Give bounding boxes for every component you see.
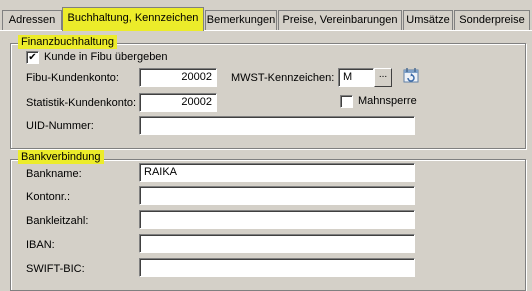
- tab-preise-vereinbarungen[interactable]: Preise, Vereinbarungen: [278, 10, 402, 30]
- tab-adressen[interactable]: Adressen: [2, 10, 62, 30]
- tab-label: Umsätze: [406, 14, 450, 26]
- uid-nummer-field[interactable]: [139, 116, 415, 135]
- swift-bic-field[interactable]: [139, 258, 415, 277]
- iban-field[interactable]: [139, 234, 415, 253]
- mwst-kennzeichen-label: MWST-Kennzeichen:: [231, 72, 335, 84]
- mwst-lookup-button[interactable]: ...: [374, 68, 392, 87]
- bankverbindung-title: Bankverbindung: [18, 150, 104, 164]
- tab-buchhaltung-kennzeichen[interactable]: Buchhaltung, Kennzeichen: [62, 7, 204, 31]
- tab-label: Preise, Vereinbarungen: [282, 14, 398, 26]
- tab-label: Bemerkungen: [206, 14, 276, 26]
- bankleitzahl-field[interactable]: [139, 210, 415, 229]
- tab-label: Sonderpreise: [459, 14, 525, 26]
- tab-label: Adressen: [8, 14, 56, 26]
- statistik-kundenkonto-label: Statistik-Kundenkonto:: [26, 97, 137, 109]
- mwst-kennzeichen-field[interactable]: M: [338, 68, 374, 87]
- fibu-kundenkonto-field[interactable]: 20002: [139, 68, 217, 87]
- tab-label: Buchhaltung, Kennzeichen: [67, 12, 199, 24]
- tab-bemerkungen[interactable]: Bemerkungen: [205, 10, 277, 30]
- kontonr-label: Kontonr.:: [26, 191, 71, 203]
- kunde-fibu-label: Kunde in Fibu übergeben: [44, 51, 168, 63]
- kontonr-field[interactable]: [139, 186, 415, 205]
- mahnsperre-checkbox[interactable]: [340, 95, 353, 108]
- calendar-refresh-icon[interactable]: [400, 65, 424, 87]
- iban-label: IBAN:: [26, 239, 55, 251]
- fibu-kundenkonto-label: Fibu-Kundenkonto:: [26, 72, 119, 84]
- bankname-label: Bankname:: [26, 168, 82, 180]
- bankleitzahl-label: Bankleitzahl:: [26, 215, 89, 227]
- bankname-field[interactable]: RAIKA: [139, 163, 415, 182]
- finanzbuchhaltung-title: Finanzbuchhaltung: [18, 35, 117, 49]
- kunde-fibu-checkbox[interactable]: ✔: [26, 51, 39, 64]
- checkmark-icon: ✔: [28, 52, 37, 63]
- statistik-kundenkonto-field[interactable]: 20002: [139, 93, 217, 112]
- tab-panel: Finanzbuchhaltung ✔ Kunde in Fibu überge…: [0, 30, 532, 291]
- tab-bar: Adressen Buchhaltung, Kennzeichen Bemerk…: [0, 0, 532, 31]
- swift-bic-label: SWIFT-BIC:: [26, 263, 85, 275]
- tab-sonderpreise[interactable]: Sonderpreise: [454, 10, 530, 30]
- uid-nummer-label: UID-Nummer:: [26, 120, 94, 132]
- tab-umsaetze[interactable]: Umsätze: [403, 10, 453, 30]
- mahnsperre-label: Mahnsperre: [358, 95, 417, 107]
